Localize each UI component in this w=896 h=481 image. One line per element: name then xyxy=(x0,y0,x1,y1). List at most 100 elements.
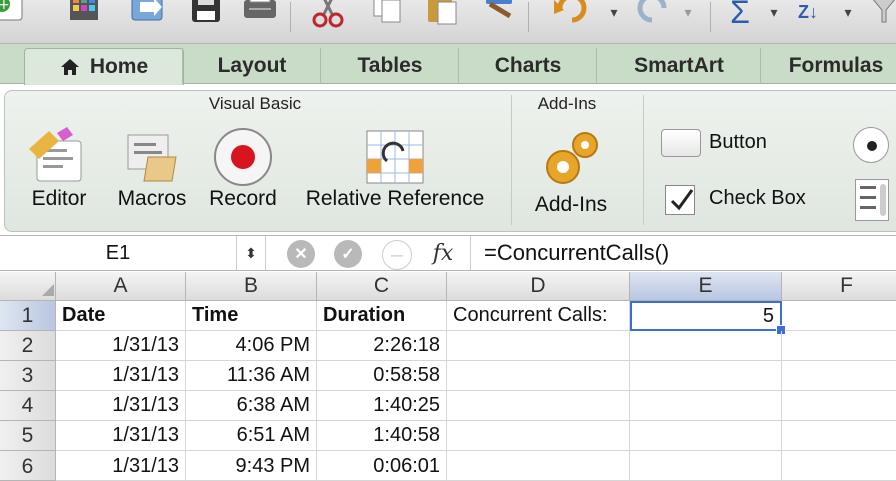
row-header-2[interactable]: 2 xyxy=(0,331,56,361)
cell-a2[interactable]: 1/31/13 xyxy=(56,331,186,361)
print-icon[interactable] xyxy=(238,0,282,34)
cell-d2[interactable] xyxy=(447,331,630,361)
row-header-6[interactable]: 6 xyxy=(0,451,56,481)
cell-a4[interactable]: 1/31/13 xyxy=(56,391,186,421)
editor-icon xyxy=(29,127,82,182)
button-control-icon[interactable] xyxy=(661,129,701,157)
cell-e5[interactable] xyxy=(630,421,782,451)
toolbar-separator xyxy=(710,2,711,32)
cell-e3[interactable] xyxy=(630,361,782,391)
cell-d1[interactable]: Concurrent Calls: xyxy=(447,301,630,331)
tab-label: Home xyxy=(89,55,149,78)
undo-icon[interactable] xyxy=(550,0,594,34)
cell-c1[interactable]: Duration xyxy=(317,301,447,331)
tab-label: Layout xyxy=(217,54,287,77)
record-icon xyxy=(214,128,272,186)
filter-icon[interactable] xyxy=(864,0,896,34)
column-header-b[interactable]: B xyxy=(186,272,317,301)
column-header-f[interactable]: F xyxy=(782,272,896,301)
cell-c5[interactable]: 1:40:58 xyxy=(317,421,447,451)
list-box-control-icon[interactable] xyxy=(855,179,889,221)
cell-f4[interactable] xyxy=(782,391,896,421)
tab-tables[interactable]: Tables xyxy=(320,48,459,84)
cell-d4[interactable] xyxy=(447,391,630,421)
cell-b6[interactable]: 9:43 PM xyxy=(186,451,317,481)
cell-f3[interactable] xyxy=(782,361,896,391)
addins-button[interactable]: Add-Ins xyxy=(521,127,621,217)
cell-b4[interactable]: 6:38 AM xyxy=(186,391,317,421)
row-header-5[interactable]: 5 xyxy=(0,421,56,451)
copy-icon[interactable] xyxy=(366,0,410,34)
tab-smartart[interactable]: SmartArt xyxy=(596,48,761,84)
tab-layout[interactable]: Layout xyxy=(182,48,321,84)
formula-input[interactable]: =ConcurrentCalls() xyxy=(484,236,669,270)
cell-e2[interactable] xyxy=(630,331,782,361)
group-separator xyxy=(511,95,512,225)
cell-c4[interactable]: 1:40:25 xyxy=(317,391,447,421)
paste-icon[interactable] xyxy=(420,0,464,34)
macros-button[interactable]: Macros xyxy=(109,127,195,211)
row-header-3[interactable]: 3 xyxy=(0,361,56,391)
column-header-d[interactable]: D xyxy=(447,272,630,301)
cell-a5[interactable]: 1/31/13 xyxy=(56,421,186,451)
sort-icon[interactable]: Z↓ xyxy=(786,0,830,34)
spreadsheet-grid: A B C D E F 1 Date Time Duration Concurr… xyxy=(0,272,896,481)
row-header-1[interactable]: 1 xyxy=(0,301,56,331)
cell-e6[interactable] xyxy=(630,451,782,481)
name-box-stepper-icon[interactable]: ⬍ xyxy=(236,236,266,270)
cell-f2[interactable] xyxy=(782,331,896,361)
fx-icon[interactable]: fx xyxy=(424,238,462,268)
cell-f1[interactable] xyxy=(782,301,896,331)
open-icon[interactable] xyxy=(126,0,170,34)
format-painter-icon[interactable] xyxy=(478,0,522,34)
formula-builder-icon[interactable]: — xyxy=(382,240,412,270)
cell-d3[interactable] xyxy=(447,361,630,391)
cell-d5[interactable] xyxy=(447,421,630,451)
cell-e1-selected[interactable]: 5 xyxy=(630,301,782,331)
record-button[interactable]: Record xyxy=(203,127,283,211)
tab-formulas[interactable]: Formulas xyxy=(760,48,896,84)
tab-home[interactable]: Home xyxy=(24,48,184,85)
cell-b2[interactable]: 4:06 PM xyxy=(186,331,317,361)
tab-label: SmartArt xyxy=(634,54,724,77)
cell-c6[interactable]: 0:06:01 xyxy=(317,451,447,481)
cell-b1[interactable]: Time xyxy=(186,301,317,331)
cancel-icon[interactable]: ✕ xyxy=(287,240,315,268)
option-button-control-icon[interactable] xyxy=(853,127,889,163)
cell-a3[interactable]: 1/31/13 xyxy=(56,361,186,391)
column-header-e[interactable]: E xyxy=(630,272,782,301)
tab-label: Tables xyxy=(357,54,423,77)
button-control-label: Button xyxy=(709,131,767,153)
relative-reference-label: Relative Reference xyxy=(305,187,485,210)
column-header-c[interactable]: C xyxy=(317,272,447,301)
row-header-4[interactable]: 4 xyxy=(0,391,56,421)
addins-label: Add-Ins xyxy=(534,193,608,216)
group-separator xyxy=(643,95,644,225)
tab-charts[interactable]: Charts xyxy=(458,48,597,84)
name-box[interactable]: E1 xyxy=(0,236,236,270)
cell-a1[interactable]: Date xyxy=(56,301,186,331)
cut-icon[interactable] xyxy=(306,0,350,34)
formula-bar: E1 ⬍ ✕ ✓ — fx =ConcurrentCalls() xyxy=(0,235,896,271)
cell-e4[interactable] xyxy=(630,391,782,421)
cell-d6[interactable] xyxy=(447,451,630,481)
redo-dropdown-icon[interactable]: ▾ xyxy=(666,0,710,34)
cell-f6[interactable] xyxy=(782,451,896,481)
editor-button[interactable]: Editor xyxy=(21,127,97,211)
svg-text:+: + xyxy=(0,0,10,13)
save-icon[interactable] xyxy=(184,0,228,34)
cell-c2[interactable]: 2:26:18 xyxy=(317,331,447,361)
gallery-icon[interactable] xyxy=(62,0,106,34)
select-all-corner[interactable] xyxy=(0,272,56,301)
relative-reference-button[interactable]: Relative Reference xyxy=(295,127,495,211)
checkbox-control-icon[interactable] xyxy=(665,185,695,215)
cell-b3[interactable]: 11:36 AM xyxy=(186,361,317,391)
cell-c3[interactable]: 0:58:58 xyxy=(317,361,447,391)
relative-reference-icon xyxy=(366,130,424,184)
cell-b5[interactable]: 6:51 AM xyxy=(186,421,317,451)
column-header-a[interactable]: A xyxy=(56,272,186,301)
cell-a6[interactable]: 1/31/13 xyxy=(56,451,186,481)
new-icon[interactable]: + xyxy=(0,0,32,34)
confirm-icon[interactable]: ✓ xyxy=(334,240,362,268)
cell-f5[interactable] xyxy=(782,421,896,451)
